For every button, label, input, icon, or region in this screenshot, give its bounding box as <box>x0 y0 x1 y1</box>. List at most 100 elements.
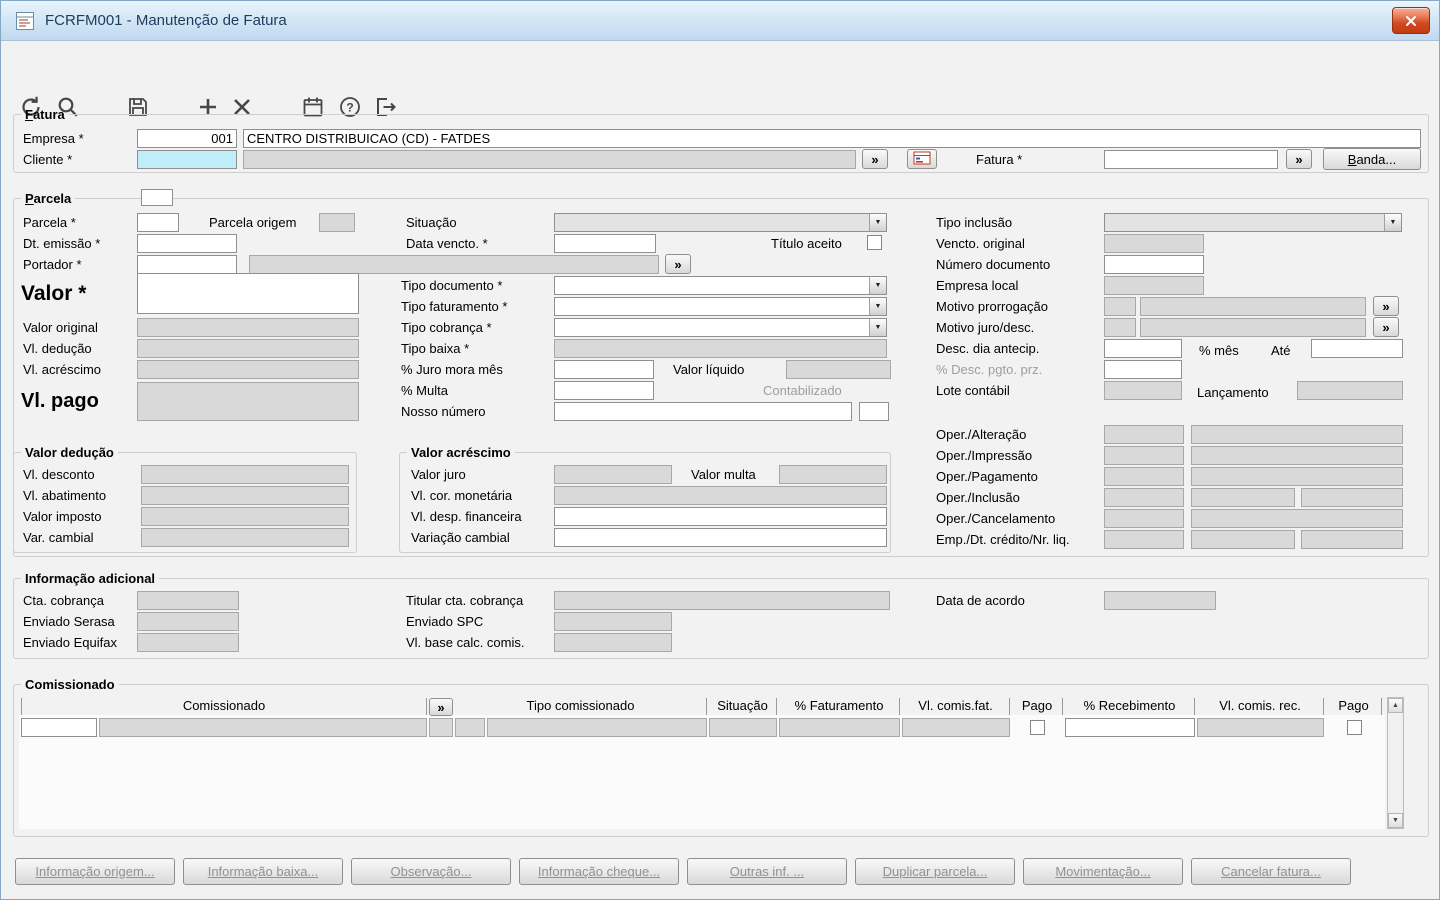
situacao-label: Situação <box>406 215 457 230</box>
chevron-down-icon[interactable]: ▼ <box>869 298 886 315</box>
multa-label: % Multa <box>401 383 448 398</box>
vl-desp-financeira-field[interactable] <box>554 507 887 526</box>
scroll-up-icon[interactable]: ▲ <box>1388 698 1403 713</box>
banda-button-label: Banda... <box>1348 152 1396 167</box>
vl-deducao-label: Vl. dedução <box>23 341 92 356</box>
motivo-prorrogacao-label: Motivo prorrogação <box>936 299 1048 314</box>
cliente-finance-button[interactable] <box>907 149 937 169</box>
motivo-juro-lookup-button[interactable]: » <box>1373 317 1399 337</box>
titulo-aceito-label: Título aceito <box>771 236 842 251</box>
portador-lookup-button[interactable]: » <box>665 254 691 274</box>
enviado-serasa-label: Enviado Serasa <box>23 614 115 629</box>
valor-multa-label: Valor multa <box>691 467 756 482</box>
titulo-aceito-checkbox[interactable] <box>867 235 882 250</box>
tipo-cobranca-combo[interactable]: ▼ <box>554 318 887 337</box>
emp-dt-credito-label: Emp./Dt. crédito/Nr. liq. <box>936 532 1070 547</box>
parcela-origem-field <box>319 213 355 232</box>
chevron-down-icon[interactable]: ▼ <box>869 277 886 294</box>
parcela-index-field[interactable] <box>141 189 173 206</box>
desc-ate-field[interactable] <box>1311 339 1403 358</box>
cancelar-fatura-label: Cancelar fatura... <box>1221 864 1321 879</box>
pct-desc-pgto-field[interactable] <box>1104 360 1182 379</box>
outras-inf-button[interactable]: Outras inf. ... <box>687 858 847 885</box>
chevron-down-icon[interactable]: ▼ <box>869 319 886 336</box>
vl-deducao-field <box>137 339 359 358</box>
portador-field[interactable] <box>137 255 237 274</box>
situacao-combo[interactable]: ▼ <box>554 213 887 232</box>
nosso-numero-digit-field[interactable] <box>859 402 889 421</box>
movimentacao-button[interactable]: Movimentação... <box>1023 858 1183 885</box>
scroll-down-icon[interactable]: ▼ <box>1388 813 1403 828</box>
informacao-origem-button[interactable]: Informação origem... <box>15 858 175 885</box>
oper-alteracao-desc-field <box>1191 425 1403 444</box>
comissionado-legend: Comissionado <box>21 677 119 692</box>
motivo-prorrogacao-desc-field <box>1140 297 1366 316</box>
dt-credito-field <box>1191 530 1295 549</box>
multa-field[interactable] <box>554 381 654 400</box>
oper-cancelamento-desc-field <box>1191 509 1403 528</box>
toolbar: ? <box>1 41 1439 107</box>
vencto-original-label: Vencto. original <box>936 236 1025 251</box>
oper-inclusao-code-field <box>1104 488 1184 507</box>
row-pct-recebimento-cell[interactable] <box>1065 718 1195 737</box>
cliente-name-field <box>243 150 856 169</box>
observacao-button[interactable]: Observação... <box>351 858 511 885</box>
row-pago-faturamento-checkbox[interactable] <box>1030 720 1045 735</box>
vl-abatimento-label: Vl. abatimento <box>23 488 106 503</box>
cliente-lookup-button[interactable]: » <box>862 149 888 169</box>
informacao-cheque-button[interactable]: Informação cheque... <box>519 858 679 885</box>
cliente-code-field[interactable] <box>137 150 237 169</box>
duplicar-parcela-button[interactable]: Duplicar parcela... <box>855 858 1015 885</box>
close-button[interactable] <box>1392 7 1430 34</box>
dt-emissao-field[interactable] <box>137 234 237 253</box>
pct-mes-label: % mês <box>1199 343 1239 358</box>
oper-inclusao-date-field <box>1191 488 1295 507</box>
comissionado-lookup-button[interactable]: » <box>429 698 453 716</box>
desc-dia-antecip-field[interactable] <box>1104 339 1182 358</box>
comissionado-scrollbar[interactable]: ▲ ▼ <box>1387 697 1404 829</box>
empresa-code-field[interactable]: 001 <box>137 129 237 148</box>
vl-base-calc-label: Vl. base calc. comis. <box>406 635 525 650</box>
col-header-pago-rec: Pago <box>1326 698 1382 715</box>
fatura-legend: Fatura <box>21 107 69 122</box>
chevron-down-icon[interactable]: ▼ <box>869 214 886 231</box>
finance-grid-icon <box>913 151 931 168</box>
row-pago-recebimento-checkbox[interactable] <box>1347 720 1362 735</box>
valor-field[interactable] <box>137 273 359 314</box>
nosso-numero-field[interactable] <box>554 402 852 421</box>
empresa-local-label: Empresa local <box>936 278 1018 293</box>
informacao-baixa-button[interactable]: Informação baixa... <box>183 858 343 885</box>
tipo-inclusao-combo[interactable]: ▼ <box>1104 213 1402 232</box>
numero-documento-field[interactable] <box>1104 255 1204 274</box>
row-comissionado-code-cell[interactable] <box>21 718 97 737</box>
ate-label: Até <box>1271 343 1291 358</box>
tipo-documento-combo[interactable]: ▼ <box>554 276 887 295</box>
fatura-label: Fatura * <box>976 152 1022 167</box>
tipo-faturamento-combo[interactable]: ▼ <box>554 297 887 316</box>
banda-button[interactable]: Banda... <box>1323 148 1421 170</box>
vl-cor-monetaria-label: Vl. cor. monetária <box>411 488 512 503</box>
empresa-name-field[interactable]: CENTRO DISTRIBUICAO (CD) - FATDES <box>243 129 1421 148</box>
parcela-field[interactable] <box>137 213 179 232</box>
duplicar-parcela-label: Duplicar parcela... <box>883 864 988 879</box>
lancamento-field <box>1297 381 1403 400</box>
oper-impressao-label: Oper./Impressão <box>936 448 1032 463</box>
juro-mora-field[interactable] <box>554 360 654 379</box>
parcela-legend: Parcela <box>21 191 75 206</box>
fatura-lookup-button[interactable]: » <box>1286 149 1312 169</box>
window-title: FCRFM001 - Manutenção de Fatura <box>45 12 287 29</box>
data-vencto-field[interactable] <box>554 234 656 253</box>
fatura-field[interactable] <box>1104 150 1278 169</box>
oper-alteracao-code-field <box>1104 425 1184 444</box>
row-tipo-code-cell <box>455 718 485 737</box>
cancelar-fatura-button[interactable]: Cancelar fatura... <box>1191 858 1351 885</box>
data-vencto-label: Data vencto. * <box>406 236 488 251</box>
informacao-cheque-label: Informação cheque... <box>538 864 660 879</box>
variacao-cambial-field[interactable] <box>554 528 887 547</box>
motivo-prorrogacao-lookup-button[interactable]: » <box>1373 296 1399 316</box>
movimentacao-label: Movimentação... <box>1055 864 1150 879</box>
row-lookup-cell <box>429 718 453 737</box>
lote-contabil-label: Lote contábil <box>936 383 1010 398</box>
vl-desconto-field <box>141 465 349 484</box>
chevron-down-icon[interactable]: ▼ <box>1384 214 1401 231</box>
